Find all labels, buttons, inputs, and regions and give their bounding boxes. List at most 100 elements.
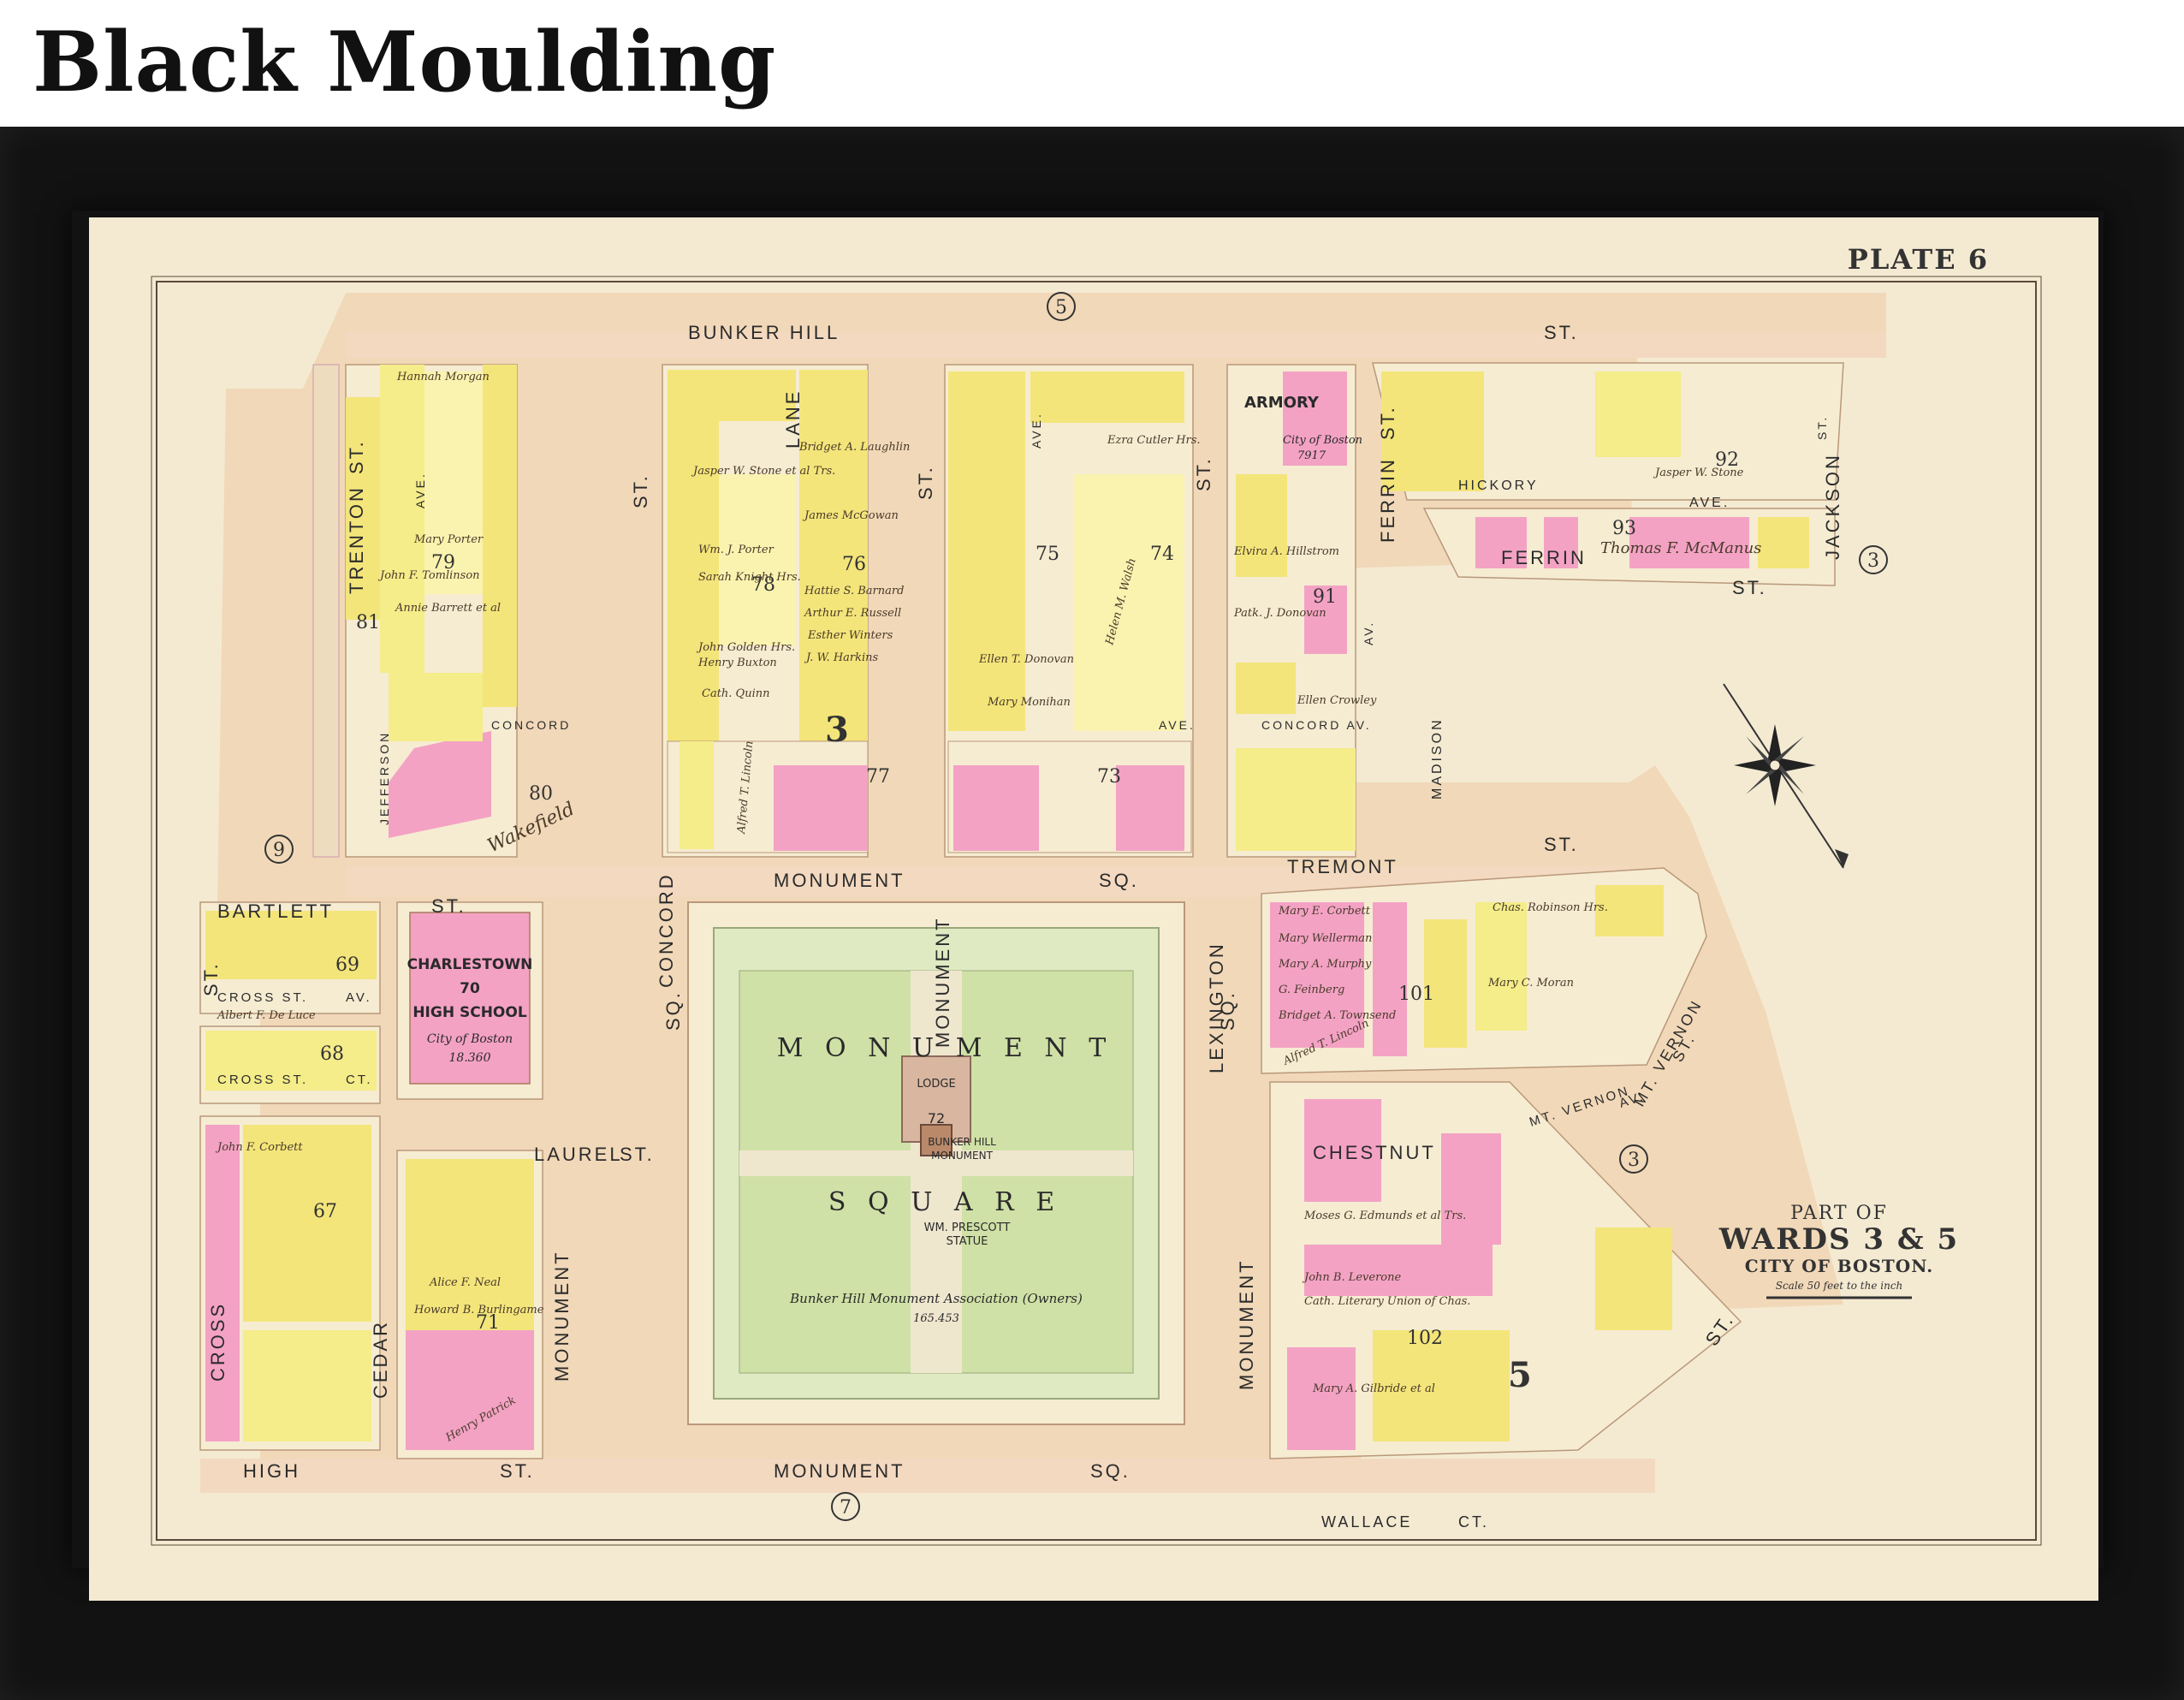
- street-cross-v: CROSS: [207, 1302, 228, 1382]
- owner-name: Bridget A. Laughlin: [798, 441, 910, 454]
- street-ferrin-h: FERRIN: [1501, 547, 1587, 568]
- owner-name: Mary E. Corbett: [1278, 905, 1371, 918]
- owner-name: Cath. Quinn: [702, 687, 770, 700]
- block-num-81: 81: [356, 612, 380, 633]
- school-area: 18.360: [449, 1051, 491, 1065]
- block-79-lots-3: [483, 365, 517, 707]
- street-monument-v: MONUMENT: [932, 916, 953, 1048]
- owner-name: Ezra Cutler Hrs.: [1107, 434, 1201, 447]
- block-num-101: 101: [1398, 984, 1434, 1005]
- street-lane: LANE: [782, 389, 804, 449]
- square-area: 165.453: [913, 1312, 959, 1325]
- street-monument-sq-n: MONUMENT: [774, 870, 905, 891]
- block-num-93: 93: [1612, 518, 1636, 539]
- street-monument-sq-s: MONUMENT: [774, 1460, 905, 1482]
- street-ferrin: FERRIN: [1377, 457, 1398, 543]
- owner-name: Esther Winters: [807, 629, 893, 642]
- street-hickory: HICKORY: [1458, 478, 1539, 493]
- owner-name: Jasper W. Stone et al Trs.: [691, 465, 835, 478]
- street-hickory-ave: AVE.: [1689, 496, 1730, 510]
- statue-line-2: STATUE: [947, 1235, 988, 1248]
- block-num-67: 67: [313, 1201, 337, 1222]
- street-high: HIGH: [243, 1460, 300, 1482]
- street-high-st: ST.: [500, 1460, 535, 1482]
- owner-name: Annie Barrett et al: [395, 602, 501, 615]
- school-line-2: 70: [460, 980, 480, 997]
- street-tremont: TREMONT: [1287, 856, 1398, 877]
- owner-name: James McGowan: [802, 509, 899, 522]
- monument-line-2: MONUMENT: [931, 1150, 993, 1162]
- street-sq-w: SQ.: [662, 990, 684, 1031]
- street-tremont-st: ST.: [1544, 834, 1579, 855]
- street-st-jackson: ST.: [1815, 415, 1829, 440]
- map-paper: PLATE 6 PART OF WARDS 3 & 5 CITY OF BOST…: [89, 217, 2098, 1601]
- block-num-77: 77: [866, 766, 890, 788]
- block-79-lots-1: [380, 365, 424, 673]
- block-73-pink-1: [953, 765, 1039, 851]
- block-num-74: 74: [1150, 544, 1174, 565]
- block-num-76: 76: [842, 554, 866, 575]
- street-monument-st: ST.: [915, 465, 936, 500]
- association-label: Bunker Hill Monument Association (Owners…: [789, 1291, 1083, 1306]
- owner-name: John F. Tomlinson: [377, 569, 480, 582]
- monument-line-1: BUNKER HILL: [928, 1136, 996, 1148]
- street-cross-av: AV.: [346, 990, 372, 1005]
- owner-name: Mary Wellerman: [1278, 932, 1372, 945]
- square-word-2: S Q U A R E: [828, 1187, 1061, 1217]
- owner-name: Sarah Knight Hrs.: [698, 571, 801, 584]
- armory-owner: City of Boston: [1283, 434, 1362, 447]
- ward-number-3: 3: [825, 710, 849, 750]
- street-cross-ct: CT.: [346, 1073, 373, 1087]
- owner-name: J. W. Harkins: [804, 651, 879, 664]
- block-num-69: 69: [335, 954, 359, 976]
- owner-name: Jasper W. Stone: [1653, 467, 1744, 479]
- street-ferrin-h-st: ST.: [1732, 577, 1767, 598]
- high-st-road: [200, 1459, 1655, 1493]
- ward-circle-3a: 3: [1867, 550, 1879, 572]
- title-line-3: CITY OF BOSTON.: [1745, 1256, 1933, 1276]
- school-owner: City of Boston: [427, 1032, 513, 1046]
- street-monument-w: MONUMENT: [551, 1250, 573, 1382]
- owner-name: Moses G. Edmunds et al Trs.: [1303, 1210, 1466, 1222]
- owner-name: Mary A. Gilbride et al: [1312, 1382, 1435, 1395]
- armory-label: ARMORY: [1244, 394, 1320, 412]
- bunker-hill-road: [346, 332, 1886, 358]
- street-laurel-st: ST.: [620, 1144, 655, 1165]
- street-st-sw: ST.: [200, 961, 222, 996]
- street-concord-av-e: CONCORD AV.: [1261, 718, 1372, 732]
- street-bartlett-st: ST.: [431, 895, 466, 917]
- owner-name: Cath. Literary Union of Chas.: [1304, 1295, 1470, 1308]
- street-bunker-hill: BUNKER HILL: [688, 322, 840, 343]
- street-wallace: WALLACE: [1321, 1513, 1412, 1531]
- ward-number-5: 5: [1508, 1355, 1532, 1395]
- block-num-80: 80: [529, 783, 553, 805]
- owner-name: John F. Corbett: [215, 1141, 303, 1154]
- street-monument-e: MONUMENT: [1236, 1258, 1257, 1390]
- armory-area: 7917: [1297, 449, 1326, 462]
- owner-name: Bridget A. Townsend: [1278, 1009, 1396, 1022]
- page-heading: Black Moulding: [33, 14, 777, 110]
- street-concord: CONCORD: [656, 872, 677, 988]
- owner-name: Henry Buxton: [697, 657, 777, 669]
- street-lexington-st: ST.: [1193, 456, 1214, 491]
- owner-name: Mary Porter: [413, 533, 484, 546]
- block-num-68: 68: [320, 1043, 344, 1065]
- owner-name: Howard B. Burlingame: [413, 1304, 544, 1317]
- block-73-pink-2: [1116, 765, 1184, 851]
- owner-name: Patk. J. Donovan: [1233, 607, 1326, 620]
- owner-name: Thomas F. McManus: [1600, 539, 1761, 557]
- street-jefferson: JEFFERSON: [377, 731, 391, 825]
- owner-name: John Golden Hrs.: [696, 641, 795, 654]
- school-line-1: CHARLESTOWN: [407, 956, 533, 973]
- owner-name: Chas. Robinson Hrs.: [1493, 901, 1608, 914]
- street-monument-sq-n-sq: SQ.: [1099, 870, 1139, 891]
- street-ave-lex: AVE.: [1030, 412, 1043, 449]
- plate-label: PLATE 6: [1848, 243, 1989, 276]
- street-sq-e: SQ.: [1217, 990, 1238, 1031]
- title-line-1: PART OF: [1790, 1203, 1888, 1224]
- owner-name: G. Feinberg: [1279, 984, 1344, 996]
- owner-name: Hannah Morgan: [396, 371, 490, 383]
- owner-name: Mary Monihan: [987, 696, 1071, 709]
- street-ave-79: AVE.: [413, 472, 427, 508]
- owner-name: Mary C. Moran: [1487, 977, 1574, 990]
